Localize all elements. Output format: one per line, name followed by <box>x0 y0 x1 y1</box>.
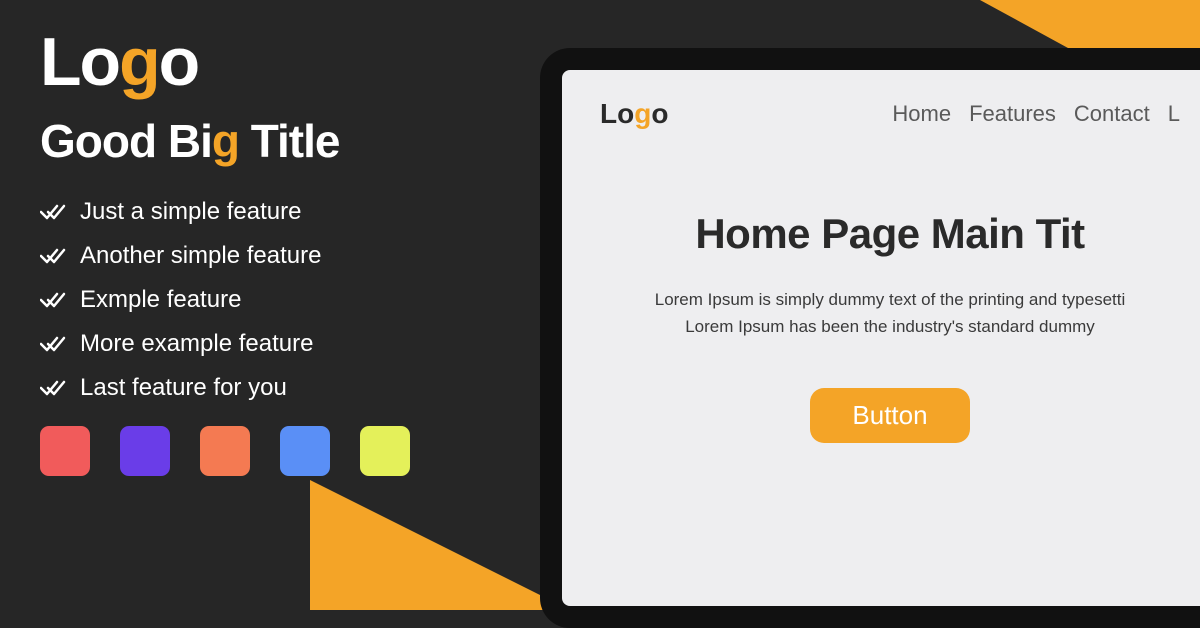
left-panel: Logo Good Big Title Just a simple featur… <box>40 28 500 476</box>
nav-link[interactable]: L <box>1168 101 1180 127</box>
main-logo: Logo <box>40 28 500 96</box>
title-post: Title <box>239 115 340 167</box>
color-swatch[interactable] <box>360 426 410 476</box>
mock-logo-pre: Lo <box>600 98 634 129</box>
nav-link[interactable]: Features <box>969 101 1056 127</box>
feature-item: Exmple feature <box>40 286 500 314</box>
cta-button[interactable]: Button <box>810 388 969 443</box>
feature-item: Last feature for you <box>40 374 500 402</box>
nav-link[interactable]: Home <box>892 101 951 127</box>
feature-label: More example feature <box>80 330 313 358</box>
double-check-icon <box>40 246 66 266</box>
title-accent: g <box>212 115 239 167</box>
feature-item: More example feature <box>40 330 500 358</box>
color-swatch[interactable] <box>40 426 90 476</box>
logo-text-accent: g <box>119 24 159 100</box>
double-check-icon <box>40 334 66 354</box>
double-check-icon <box>40 378 66 398</box>
feature-label: Another simple feature <box>80 242 321 270</box>
mock-logo-post: o <box>651 98 668 129</box>
accent-shape-bottom <box>310 480 570 610</box>
feature-label: Last feature for you <box>80 374 287 402</box>
color-swatch[interactable] <box>280 426 330 476</box>
mock-desc-line2: Lorem Ipsum has been the industry's stan… <box>685 317 1095 336</box>
mock-hero: Home Page Main Tit Lorem Ipsum is simply… <box>600 210 1180 443</box>
nav-link[interactable]: Contact <box>1074 101 1150 127</box>
double-check-icon <box>40 290 66 310</box>
feature-label: Exmple feature <box>80 286 241 314</box>
feature-label: Just a simple feature <box>80 198 301 226</box>
feature-item: Just a simple feature <box>40 198 500 226</box>
color-swatch[interactable] <box>120 426 170 476</box>
mock-desc-line1: Lorem Ipsum is simply dummy text of the … <box>655 290 1126 309</box>
mock-nav: Home Features Contact L <box>892 101 1180 127</box>
double-check-icon <box>40 202 66 222</box>
mock-header: Logo Home Features Contact L <box>600 98 1180 130</box>
mock-page-title: Home Page Main Tit <box>600 210 1180 258</box>
logo-text-post: o <box>159 24 199 100</box>
mock-logo-accent: g <box>634 98 651 129</box>
mock-logo: Logo <box>600 98 668 130</box>
color-swatches <box>40 426 500 476</box>
color-swatch[interactable] <box>200 426 250 476</box>
feature-item: Another simple feature <box>40 242 500 270</box>
mock-description: Lorem Ipsum is simply dummy text of the … <box>600 286 1180 340</box>
logo-text-pre: Lo <box>40 24 119 100</box>
device-screen: Logo Home Features Contact L Home Page Main… <box>562 70 1200 606</box>
feature-list: Just a simple feature Another simple feat… <box>40 198 500 402</box>
title-pre: Good Bi <box>40 115 212 167</box>
device-frame: Logo Home Features Contact L Home Page Main… <box>540 48 1200 628</box>
main-title: Good Big Title <box>40 114 500 168</box>
